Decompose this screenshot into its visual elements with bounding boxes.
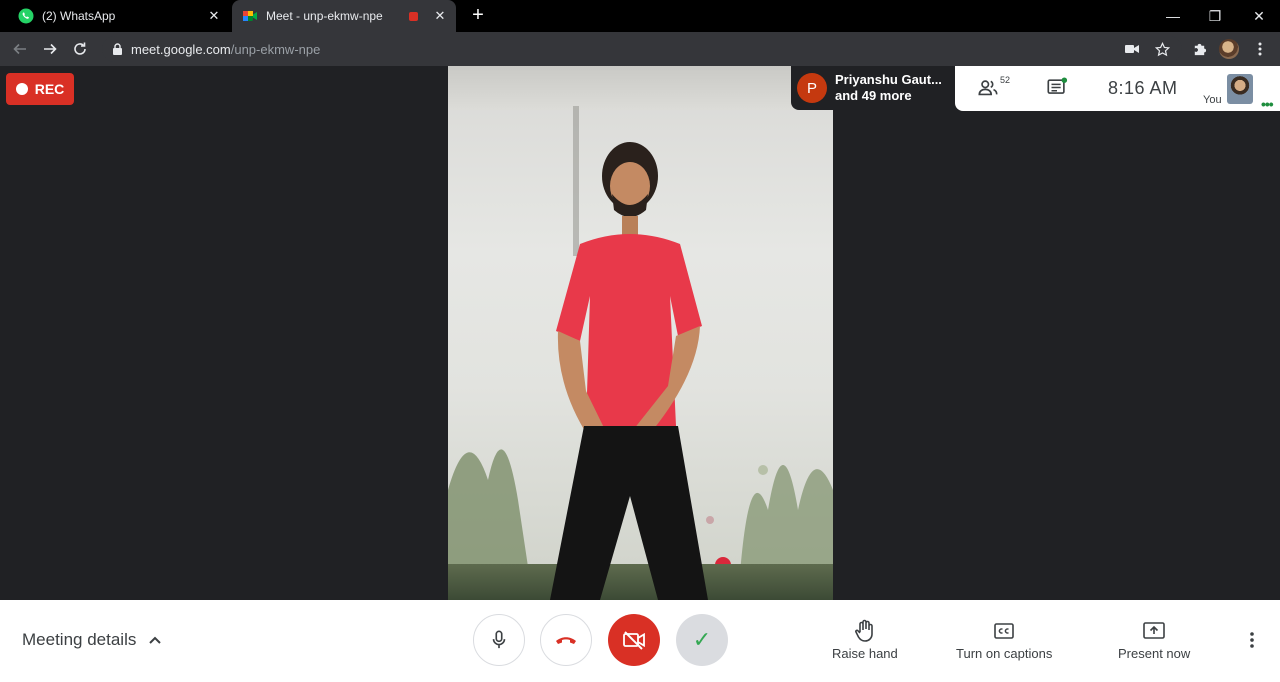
more-options-button[interactable] <box>1242 628 1262 652</box>
present-now-button[interactable]: Present now <box>1118 618 1190 661</box>
participant-more: and 49 more <box>835 88 912 103</box>
present-icon <box>1143 618 1165 644</box>
recording-indicator-icon <box>409 11 418 21</box>
participant-video[interactable] <box>448 66 833 600</box>
browser-tab-strip: (2) WhatsApp ✕ Meet - unp-ekmw-npe ✕ + —… <box>0 0 1280 32</box>
self-label: You <box>1203 94 1222 106</box>
people-button[interactable]: 52 <box>977 75 1011 99</box>
raise-hand-button[interactable]: Raise hand <box>832 618 898 661</box>
arrow-right-icon <box>44 43 57 55</box>
url-host: meet.google.com <box>131 41 231 57</box>
profile-avatar-button[interactable] <box>1219 39 1239 59</box>
restore-button[interactable]: ❐ <box>1192 0 1238 32</box>
raise-hand-label: Raise hand <box>832 646 898 661</box>
person-figure <box>550 142 708 600</box>
google-meet-icon <box>242 8 258 24</box>
whatsapp-icon <box>18 8 34 24</box>
meeting-top-bar: 52 8:16 AM You ••• <box>955 66 1280 112</box>
meeting-details-button[interactable]: Meeting details <box>22 630 162 650</box>
captions-label: Turn on captions <box>956 646 1053 661</box>
meeting-stage: REC P Priyanshu Gaut... and 49 more 52 8… <box>0 66 1280 600</box>
participant-avatar: P <box>797 73 827 103</box>
people-count: 52 <box>1000 75 1011 85</box>
tab-title: (2) WhatsApp <box>42 9 116 23</box>
record-dot-icon <box>15 83 28 95</box>
arrow-left-icon <box>13 43 26 55</box>
avatar <box>1219 39 1239 59</box>
tab-meet[interactable]: Meet - unp-ekmw-npe ✕ <box>232 0 456 32</box>
leave-call-button[interactable] <box>540 614 592 666</box>
chat-button[interactable] <box>1046 77 1068 99</box>
camera-in-use-icon[interactable] <box>1122 39 1142 59</box>
video-ceiling <box>448 66 833 110</box>
participant-names: Priyanshu Gaut... and 49 more <box>835 72 942 104</box>
meeting-controls-bar: Meeting details ✓ Raise hand Turn on cap… <box>0 600 1280 682</box>
close-tab-icon[interactable]: ✕ <box>432 8 448 24</box>
lock-icon <box>112 43 123 55</box>
present-now-label: Present now <box>1118 646 1191 661</box>
rec-label: REC <box>34 81 65 97</box>
back-button[interactable] <box>8 37 32 61</box>
new-tab-button[interactable]: + <box>466 4 490 28</box>
camera-toggle-button[interactable] <box>608 614 660 666</box>
window-close-button[interactable]: ✕ <box>1236 0 1280 32</box>
reload-icon <box>74 42 86 55</box>
tab-title: Meet - unp-ekmw-npe <box>266 9 383 23</box>
captions-button[interactable]: Turn on captions <box>956 618 1052 661</box>
chat-icon <box>1047 77 1068 94</box>
tab-whatsapp[interactable]: (2) WhatsApp ✕ <box>8 0 230 32</box>
hang-up-icon <box>556 637 576 644</box>
browser-menu-icon[interactable] <box>1250 39 1270 59</box>
recording-badge: REC <box>6 73 74 105</box>
raise-hand-icon <box>854 618 876 644</box>
chevron-up-icon <box>149 636 162 644</box>
minimize-button[interactable]: — <box>1150 0 1196 32</box>
microphone-button[interactable] <box>473 614 525 666</box>
camera-off-icon <box>623 631 645 650</box>
participants-indicator[interactable]: P Priyanshu Gaut... and 49 more <box>791 66 954 110</box>
forward-button[interactable] <box>38 37 62 61</box>
url-path: /unp-ekmw-npe <box>230 41 321 57</box>
extensions-puzzle-icon[interactable] <box>1189 39 1209 59</box>
bookmark-star-icon[interactable] <box>1152 39 1172 59</box>
address-bar[interactable]: meet.google.com/unp-ekmw-npe <box>102 36 1182 62</box>
close-tab-icon[interactable]: ✕ <box>206 8 222 24</box>
confirm-check-button[interactable]: ✓ <box>676 614 728 666</box>
meeting-clock: 8:16 AM <box>1108 78 1178 98</box>
participant-name: Priyanshu Gaut... <box>835 72 942 87</box>
self-video-thumbnail[interactable] <box>1227 74 1253 104</box>
microphone-icon <box>492 630 506 649</box>
self-more-icon[interactable]: ••• <box>1261 96 1274 112</box>
meeting-details-label: Meeting details <box>22 630 137 649</box>
browser-toolbar: meet.google.com/unp-ekmw-npe <box>0 32 1280 66</box>
people-icon <box>978 80 998 96</box>
reload-button[interactable] <box>68 37 92 61</box>
more-vert-icon <box>1250 632 1254 648</box>
captions-icon <box>994 618 1014 644</box>
